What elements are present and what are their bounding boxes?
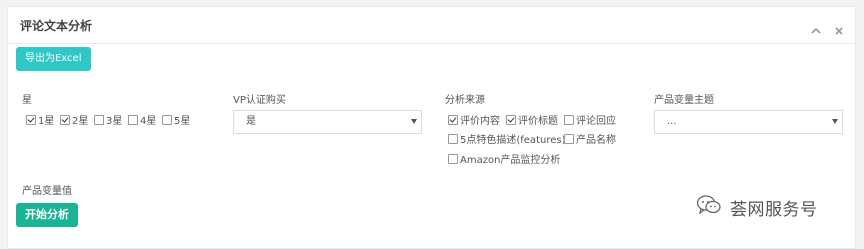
checkbox-box[interactable]	[564, 133, 574, 144]
checkbox-box[interactable]	[448, 153, 458, 164]
checkbox-box[interactable]	[506, 114, 516, 125]
vp-purchase-select[interactable]: 是	[233, 110, 422, 134]
checkbox-label: 产品名称	[576, 135, 616, 146]
source-amazon-monitor-checkbox[interactable]: Amazon产品监控分析	[448, 151, 560, 166]
checkbox-box[interactable]	[448, 133, 458, 144]
vp-purchase-selected: 是	[246, 116, 256, 127]
source-review-content-checkbox[interactable]: 评价内容	[448, 112, 500, 127]
checkbox-box[interactable]	[60, 114, 70, 125]
checkbox-label: 评价内容	[460, 116, 500, 127]
checkbox-label: 评价标题	[518, 116, 558, 127]
star-1-checkbox[interactable]: 1星	[26, 112, 54, 127]
analysis-source-label: 分析来源	[445, 95, 485, 106]
checkbox-label: 5星	[174, 116, 191, 127]
watermark: 荟网服务号	[696, 194, 818, 220]
variant-theme-label: 产品变量主题	[654, 95, 714, 106]
wechat-icon	[696, 194, 722, 220]
star-2-checkbox[interactable]: 2星	[60, 112, 88, 127]
star-4-checkbox[interactable]: 4星	[128, 112, 156, 127]
checkbox-label: 4星	[140, 116, 157, 127]
start-analysis-button[interactable]: 开始分析	[16, 203, 78, 227]
checkbox-label: 1星	[38, 116, 55, 127]
checkbox-box[interactable]	[128, 114, 138, 125]
panel-title: 评论文本分析	[20, 19, 93, 33]
checkbox-label: 5点特色描述(features)	[460, 135, 566, 146]
star-3-checkbox[interactable]: 3星	[94, 112, 122, 127]
checkbox-label: Amazon产品监控分析	[460, 155, 561, 166]
checkbox-label: 评论回应	[576, 116, 616, 127]
export-excel-button[interactable]: 导出为Excel	[16, 47, 91, 71]
collapse-icon[interactable]	[810, 22, 822, 34]
variant-theme-selected: ...	[667, 116, 677, 127]
checkbox-box[interactable]	[564, 114, 574, 125]
panel-header: 评论文本分析	[8, 7, 855, 44]
panel-tools	[804, 17, 845, 36]
chevron-down-icon	[411, 119, 417, 124]
source-review-reply-checkbox[interactable]: 评论回应	[564, 112, 616, 127]
variant-value-label: 产品变量值	[22, 186, 72, 197]
star-filter-label: 星	[22, 95, 32, 106]
vp-purchase-label: VP认证购买	[233, 95, 286, 106]
chevron-down-icon	[832, 119, 838, 124]
checkbox-label: 2星	[72, 116, 89, 127]
star-5-checkbox[interactable]: 5星	[162, 112, 190, 127]
source-features-checkbox[interactable]: 5点特色描述(features)	[448, 131, 565, 146]
watermark-text: 荟网服务号	[730, 199, 818, 220]
checkbox-box[interactable]	[448, 114, 458, 125]
checkbox-label: 3星	[106, 116, 123, 127]
checkbox-box[interactable]	[162, 114, 172, 125]
checkbox-box[interactable]	[26, 114, 36, 125]
source-product-name-checkbox[interactable]: 产品名称	[564, 131, 616, 146]
variant-theme-select[interactable]: ...	[654, 110, 843, 134]
checkbox-box[interactable]	[94, 114, 104, 125]
source-review-title-checkbox[interactable]: 评价标题	[506, 112, 558, 127]
close-icon[interactable]	[833, 22, 845, 35]
